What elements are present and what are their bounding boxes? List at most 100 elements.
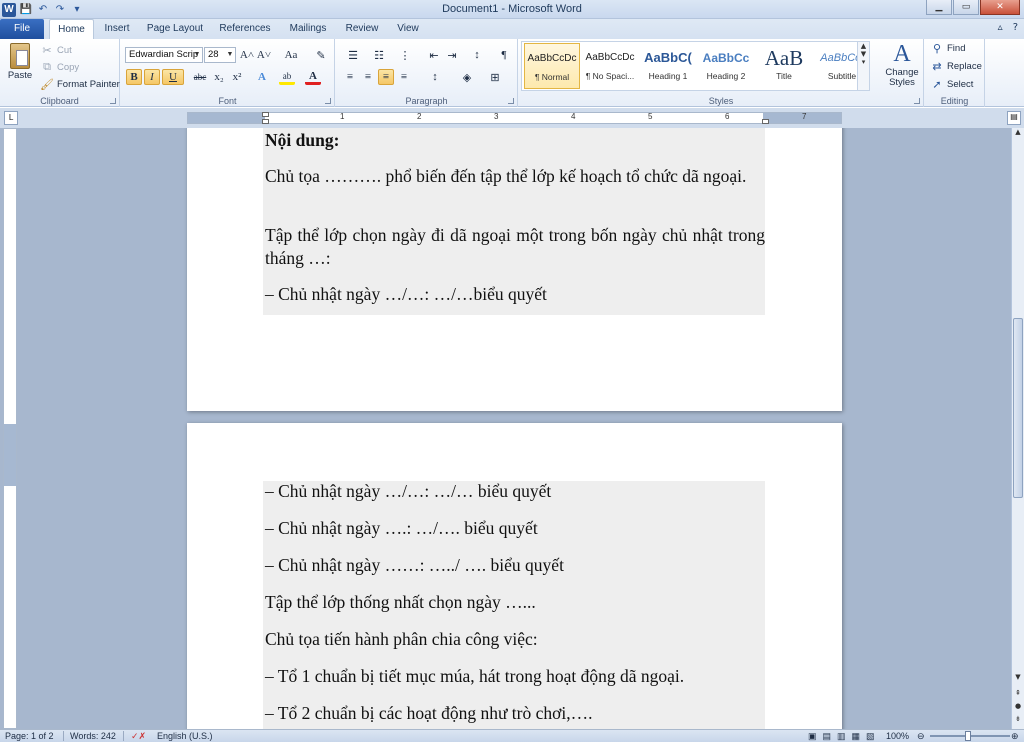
minimize-ribbon-icon[interactable]: ▵ [998,22,1003,33]
help-icon[interactable]: ? [1013,22,1018,33]
view-buttons-icon[interactable]: ▣▤▥▦▧ [808,731,881,742]
numbering-icon[interactable]: ☷ [368,47,390,63]
zoom-slider-thumb[interactable] [965,731,971,741]
style-heading-1[interactable]: AaBbC( Heading 1 [640,43,696,89]
decrease-indent-icon[interactable]: ⇤ [426,47,442,63]
page-count-status[interactable]: Page: 1 of 2 [5,731,54,741]
font-size-combo[interactable]: 28 ▼ [204,47,236,63]
paragraph[interactable]: – Chủ nhật ngày ……: …../ …. biểu quyết [265,554,765,577]
zoom-out-icon[interactable]: ⊖ [917,731,925,742]
styles-launcher-icon[interactable] [914,98,920,104]
paragraph[interactable]: Tập thể lớp thống nhất chọn ngày …... [265,591,765,614]
cut-button[interactable]: ✂ Cut [40,43,71,57]
tab-selector-button[interactable]: L [4,111,18,125]
proofing-icon[interactable]: ✓✗ [131,731,146,742]
increase-indent-icon[interactable]: ⇥ [444,47,460,63]
grow-font-icon[interactable]: A˄ [239,47,255,63]
brush-icon: 🖌 [40,78,54,91]
paragraph[interactable]: Nội dung: [265,129,765,152]
shrink-font-icon[interactable]: A˅ [256,47,272,63]
paragraph[interactable]: Tập thể lớp chọn ngày đi dã ngoại một tr… [265,224,765,270]
browse-object-icon[interactable]: ● [1013,702,1023,714]
language-status[interactable]: English (U.S.) [157,731,213,741]
zoom-in-icon[interactable]: ⊕ [1011,731,1019,742]
tab-references[interactable]: References [215,19,275,39]
view-ruler-icon[interactable]: ▤ [1007,111,1021,125]
paste-button[interactable]: Paste [6,43,34,81]
tab-file[interactable]: File [0,19,44,39]
paragraph-launcher-icon[interactable] [508,98,514,104]
horizontal-ruler[interactable]: 1 2 3 4 5 6 7 [187,112,842,124]
paragraph[interactable]: – Chủ nhật ngày …/…: …/… biểu quyết [265,480,765,503]
shading-icon[interactable]: ◈ [456,69,478,85]
font-launcher-icon[interactable] [325,98,331,104]
select-button[interactable]: ➚ Select [930,77,973,91]
style-heading-2[interactable]: AaBbCc Heading 2 [698,43,754,89]
tab-mailings[interactable]: Mailings [283,19,333,39]
borders-icon[interactable]: ⊞ [484,69,506,85]
subscript-button[interactable]: x₂ [211,69,227,85]
format-painter-button[interactable]: 🖌 Format Painter [40,77,120,91]
scroll-down-icon[interactable]: ▼ [1013,673,1023,685]
font-color-icon[interactable]: A [305,69,321,85]
paragraph[interactable]: – Chủ nhật ngày ….: …/…. biểu quyết [265,517,765,540]
scroll-up-icon[interactable]: ▲ [1013,128,1023,140]
window-controls: ▁ ▭ ✕ [926,0,1020,15]
close-button[interactable]: ✕ [980,0,1020,15]
scroll-thumb[interactable] [1013,318,1023,498]
word-count-status[interactable]: Words: 242 [70,731,116,741]
zoom-level[interactable]: 100% [886,731,909,741]
first-line-indent-marker[interactable] [262,112,269,117]
next-page-icon[interactable]: ⇟ [1013,715,1023,727]
tab-view[interactable]: View [391,19,425,39]
paragraph[interactable]: Chủ tọa ………. phổ biến đến tập thể lớp kế… [265,165,765,188]
underline-button[interactable]: U [162,69,184,85]
vertical-ruler[interactable] [3,128,17,729]
justify-icon[interactable]: ≡ [396,69,412,85]
change-styles-button[interactable]: A Change Styles [883,41,921,88]
paragraph[interactable]: – Tổ 1 chuẩn bị tiết mục múa, hát trong … [265,665,765,688]
highlight-icon[interactable]: ab [279,69,295,85]
replace-button[interactable]: ⇄ Replace [930,59,981,73]
strikethrough-button[interactable]: abc [191,69,209,85]
paragraph[interactable]: – Chủ nhật ngày …/…: …/…biểu quyết [265,283,765,306]
copy-button[interactable]: ⧉ Copy [40,60,79,74]
paragraph[interactable]: Chủ tọa tiến hành phân chia công việc: [265,628,765,651]
styles-gallery-scroll[interactable]: ▲ ▼ ▾ [857,42,869,90]
paragraph[interactable]: – Tổ 2 chuẩn bị các hoạt động như trò ch… [265,702,765,725]
line-spacing-icon[interactable]: ↕ [424,69,446,85]
superscript-button[interactable]: x² [229,69,245,85]
tab-page-layout[interactable]: Page Layout [144,19,206,39]
minimize-button[interactable]: ▁ [926,0,952,15]
align-left-icon[interactable]: ≡ [342,69,358,85]
style-normal[interactable]: AaBbCcDc ¶ Normal [524,43,580,89]
style-title[interactable]: AaB Title [756,43,812,89]
change-case-icon[interactable]: Aa [281,47,301,63]
multilevel-list-icon[interactable]: ⋮ [394,47,416,63]
sort-icon[interactable]: ↕ [469,47,485,63]
ribbon: Paste ✂ Cut ⧉ Copy 🖌 Format Painter Clipboa… [0,39,1024,107]
previous-page-icon[interactable]: ⇞ [1013,689,1023,701]
clipboard-launcher-icon[interactable] [110,98,116,104]
align-center-icon[interactable]: ≡ [360,69,376,85]
vertical-scrollbar[interactable]: ▲ ▼ ⇞ ● ⇟ [1011,128,1024,729]
hanging-indent-marker[interactable] [262,119,269,124]
font-name-combo[interactable]: Edwardian Scrip ▼ [125,47,203,63]
tab-review[interactable]: Review [341,19,383,39]
format-painter-label: Format Painter [57,78,120,90]
bold-button[interactable]: B [126,69,142,85]
document-page-1[interactable]: Nội dung: Chủ tọa ………. phổ biến đến tập … [187,128,842,411]
text-effects-icon[interactable]: A [254,69,270,85]
align-right-icon[interactable]: ≡ [378,69,394,85]
tab-insert[interactable]: Insert [98,19,136,39]
bullets-icon[interactable]: ☰ [342,47,364,63]
find-button[interactable]: ⚲ Find [930,41,966,55]
clear-formatting-icon[interactable]: ✎ [313,47,329,63]
style-no-spacing[interactable]: AaBbCcDc ¶ No Spaci... [582,43,638,89]
right-indent-marker[interactable] [762,119,769,124]
document-page-2[interactable]: – Chủ nhật ngày …/…: …/… biểu quyết – Ch… [187,423,842,729]
maximize-button[interactable]: ▭ [953,0,979,15]
show-marks-icon[interactable]: ¶ [496,47,512,63]
tab-home[interactable]: Home [49,19,94,39]
italic-button[interactable]: I [144,69,160,85]
